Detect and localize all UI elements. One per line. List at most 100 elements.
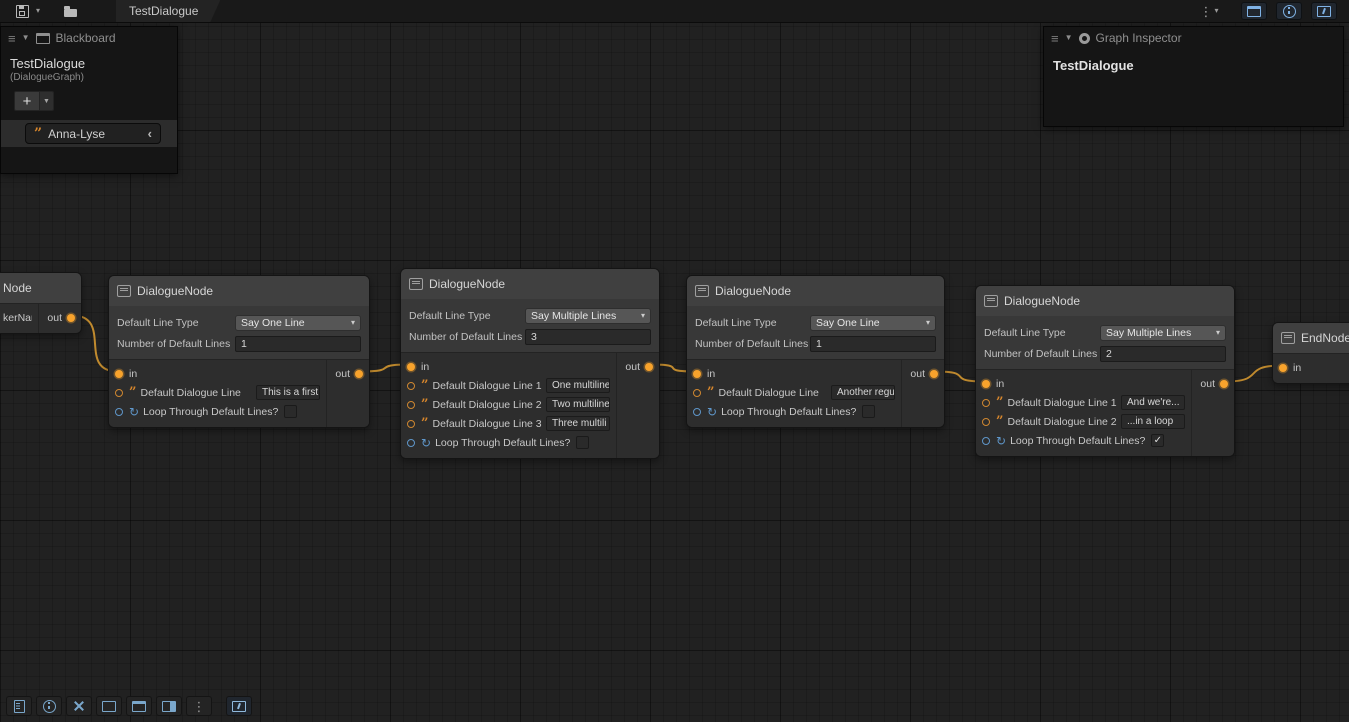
port-label: in — [1293, 362, 1301, 374]
node-dialogue-node-3[interactable]: DialogueNodeDefault Line TypeSay One Lin… — [686, 275, 945, 428]
save-icon — [16, 5, 29, 18]
dialogue-line-port[interactable] — [982, 399, 990, 407]
tools-button[interactable] — [66, 696, 92, 716]
property-label: Default Line Type — [695, 317, 810, 329]
output-ports: out — [39, 304, 81, 333]
output-port[interactable] — [355, 370, 363, 378]
output-port[interactable] — [67, 314, 75, 322]
dialogue-line-field[interactable]: One multiline — [546, 378, 610, 393]
node-dialogue-node-1[interactable]: DialogueNodeDefault Line TypeSay One Lin… — [108, 275, 370, 428]
input-port[interactable] — [1279, 364, 1287, 372]
input-port[interactable] — [982, 380, 990, 388]
loop-port[interactable] — [407, 439, 415, 447]
number-of-lines-field[interactable]: 1 — [810, 336, 936, 352]
loop-checkbox[interactable] — [576, 436, 589, 449]
inspector-button[interactable] — [36, 696, 62, 716]
dialogue-line-port[interactable] — [693, 389, 701, 397]
line-type-dropdown[interactable]: Say Multiple Lines▾ — [525, 308, 651, 324]
dialogue-line-field[interactable]: And we're... — [1121, 395, 1185, 410]
save-options-button[interactable]: ▾ — [32, 1, 44, 21]
port-row: kerName — [0, 308, 38, 327]
line-type-dropdown[interactable]: Say Multiple Lines▾ — [1100, 325, 1226, 341]
loop-port[interactable] — [115, 408, 123, 416]
menu-icon[interactable]: ≡ — [1051, 32, 1059, 45]
dialogue-line-field[interactable]: Two multiline — [546, 397, 610, 412]
code-preview-button[interactable] — [226, 696, 252, 716]
port-label: in — [996, 378, 1004, 390]
number-of-lines-field[interactable]: 3 — [525, 329, 651, 345]
property-row: Number of Default Lines2 — [984, 345, 1226, 363]
loop-icon: ↻ — [707, 406, 717, 418]
property-row: Default Line TypeSay Multiple Lines▾ — [984, 324, 1226, 342]
node-title-bar: DialogueNode — [401, 269, 659, 299]
frame-button[interactable] — [96, 696, 122, 716]
inspected-graph-name: TestDialogue — [1044, 49, 1343, 82]
inspector-toggle-button[interactable] — [1276, 2, 1302, 20]
graph-tab[interactable]: TestDialogue — [116, 0, 220, 22]
node-type-icon — [409, 278, 423, 290]
port-label: kerName — [3, 312, 32, 324]
console-button[interactable] — [6, 696, 32, 716]
loop-port[interactable] — [693, 408, 701, 416]
save-button[interactable] — [12, 1, 32, 21]
node-title-label: EndNode — [1301, 331, 1349, 345]
loop-port[interactable] — [982, 437, 990, 445]
dialogue-line-field[interactable]: Another regu — [831, 385, 895, 400]
property-row: Number of Default Lines1 — [117, 335, 361, 353]
chevron-left-icon[interactable]: ‹ — [148, 127, 152, 140]
preview-button[interactable] — [156, 696, 182, 716]
output-port[interactable] — [1220, 380, 1228, 388]
dialogue-line-port[interactable] — [407, 420, 415, 428]
blackboard-graph-name: TestDialogue — [1, 49, 177, 71]
dialogue-line-port[interactable] — [982, 418, 990, 426]
node-end-node[interactable]: EndNode in — [1272, 322, 1349, 384]
blackboard-toggle-button[interactable] — [1241, 2, 1267, 20]
line-type-dropdown[interactable]: Say One Line▾ — [235, 315, 361, 331]
collapse-caret-icon[interactable]: ▼ — [1065, 34, 1073, 42]
port-row: out — [617, 357, 659, 376]
kebab-icon: ⋮ — [1199, 5, 1212, 18]
number-of-lines-field[interactable]: 2 — [1100, 346, 1226, 362]
dialogue-line-port[interactable] — [407, 401, 415, 409]
node-properties: Default Line TypeSay One Line▾Number of … — [687, 306, 944, 359]
number-of-lines-field[interactable]: 1 — [235, 336, 361, 352]
overflow-menu-button[interactable]: ⋮ ▾ — [1199, 1, 1219, 21]
property-row: Default Line TypeSay One Line▾ — [117, 314, 361, 332]
loop-checkbox[interactable]: ✓ — [1151, 434, 1164, 447]
more-options-button[interactable]: ⋮ — [186, 696, 212, 716]
dialogue-line-port[interactable] — [115, 389, 123, 397]
dialogue-line-port[interactable] — [407, 382, 415, 390]
node-speaker-node[interactable]: NodekerNameout — [0, 272, 82, 334]
node-properties: Default Line TypeSay Multiple Lines▾ Numb… — [976, 316, 1234, 369]
open-graph-button[interactable] — [60, 1, 80, 21]
output-port[interactable] — [930, 370, 938, 378]
collapse-caret-icon[interactable]: ▼ — [22, 34, 30, 42]
blackboard-button[interactable] — [126, 696, 152, 716]
node-dialogue-node-2[interactable]: DialogueNodeDefault Line TypeSay Multipl… — [400, 268, 660, 459]
port-label: Default Dialogue Line 1 — [432, 380, 541, 392]
output-port[interactable] — [645, 363, 653, 371]
node-title-bar: DialogueNode — [976, 286, 1234, 316]
loop-checkbox[interactable] — [862, 405, 875, 418]
menu-icon[interactable]: ≡ — [8, 32, 16, 45]
dropdown-value: Say One Line — [241, 317, 351, 329]
input-port[interactable] — [115, 370, 123, 378]
input-port[interactable] — [693, 370, 701, 378]
add-property-button[interactable]: + — [14, 91, 40, 111]
loop-checkbox[interactable] — [284, 405, 297, 418]
dialogue-line-field[interactable]: ...in a loop — [1121, 414, 1185, 429]
blackboard-entry[interactable]: ” Anna-Lyse ‹ — [25, 123, 161, 144]
port-label: out — [1200, 378, 1215, 390]
add-property-dropdown-button[interactable]: ▼ — [40, 91, 54, 111]
dialogue-line-field[interactable]: Three multili — [546, 416, 610, 431]
node-type-icon — [695, 285, 709, 297]
line-type-dropdown[interactable]: Say One Line▾ — [810, 315, 936, 331]
input-port[interactable] — [407, 363, 415, 371]
quote-icon: ” — [707, 389, 714, 397]
node-dialogue-node-4[interactable]: DialogueNodeDefault Line TypeSay Multipl… — [975, 285, 1235, 457]
port-row: out — [327, 364, 369, 383]
property-label: Number of Default Lines — [409, 331, 525, 343]
property-label: Number of Default Lines — [695, 338, 810, 350]
preview-toggle-button[interactable] — [1311, 2, 1337, 20]
dialogue-line-field[interactable]: This is a first — [256, 385, 320, 400]
